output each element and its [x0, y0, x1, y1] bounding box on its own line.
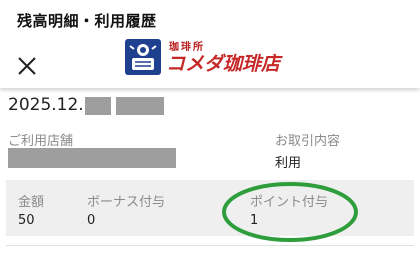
date-prefix: 2025.12.: [8, 95, 84, 115]
transaction-label: お取引内容: [275, 134, 341, 149]
transaction-date: 2025.12.: [8, 95, 84, 115]
transaction-value: 利用: [275, 156, 302, 171]
points-label: ポイント付与: [250, 195, 329, 210]
date-redaction: [85, 97, 111, 115]
amount-value: 50: [18, 213, 35, 228]
header-bar: 残高明細・利用履歴 珈琲所 コメダ珈琲店: [0, 0, 420, 88]
bonus-value: 0: [87, 213, 96, 228]
amount-label: 金額: [18, 195, 45, 210]
transaction-detail: 2025.12. ご利用店舗 お取引内容 利用 金額 50 ボーナス付与 0 ポ…: [0, 88, 420, 257]
logo-main-text: コメダ珈琲店: [166, 53, 281, 75]
store-label: ご利用店舗: [8, 134, 74, 149]
summary-box: 金額 50 ボーナス付与 0 ポイント付与 1: [6, 180, 414, 236]
divider: [6, 245, 414, 246]
close-icon[interactable]: [16, 55, 38, 77]
page-title: 残高明細・利用履歴: [17, 12, 157, 30]
time-redaction: [116, 97, 164, 115]
bonus-label: ボーナス付与: [87, 195, 166, 210]
komeda-emblem-icon: [125, 39, 161, 75]
points-value: 1: [250, 213, 259, 228]
komeda-logo: 珈琲所 コメダ珈琲店: [124, 38, 294, 80]
app-screen: 残高明細・利用履歴 珈琲所 コメダ珈琲店 2025.12. ご利用店舗 お取引内…: [0, 0, 420, 257]
store-name-redaction: [8, 148, 176, 168]
